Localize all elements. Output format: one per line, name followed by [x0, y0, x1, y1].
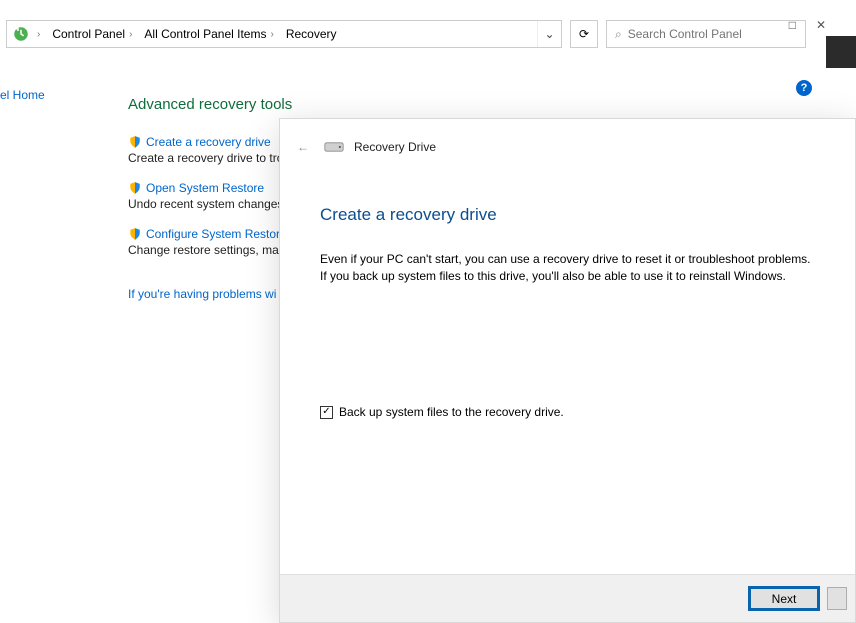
drive-icon — [324, 139, 344, 155]
cancel-button-partial[interactable] — [827, 587, 847, 610]
tool-link-label: Open System Restore — [146, 181, 264, 195]
wizard-title: Recovery Drive — [354, 140, 436, 154]
shield-icon — [128, 227, 142, 241]
recovery-icon — [11, 24, 31, 44]
recovery-drive-wizard: ← Recovery Drive Create a recovery drive… — [279, 118, 856, 623]
wizard-footer: Next — [280, 574, 855, 622]
maximize-icon[interactable]: □ — [789, 18, 796, 32]
wizard-header: ← Recovery Drive — [280, 119, 855, 175]
close-icon[interactable]: ✕ — [816, 18, 826, 32]
search-box[interactable]: ⌕ — [606, 20, 806, 48]
breadcrumb-sep: › — [31, 21, 46, 47]
address-bar[interactable]: › Control Panel › All Control Panel Items… — [6, 20, 562, 48]
breadcrumb-label: Control Panel — [52, 27, 125, 41]
control-panel-home-link[interactable]: el Home — [0, 88, 45, 102]
troubleshoot-link[interactable]: If you're having problems wi — [128, 287, 276, 301]
breadcrumb-label: All Control Panel Items — [144, 27, 266, 41]
tool-link-label: Create a recovery drive — [146, 135, 271, 149]
back-button[interactable]: ← — [292, 136, 314, 158]
sidebar: el Home — [0, 88, 50, 102]
wizard-text: Even if your PC can't start, you can use… — [320, 251, 815, 285]
wizard-body: Create a recovery drive Even if your PC … — [280, 175, 855, 574]
tool-link-label: Configure System Restore — [146, 227, 287, 241]
shield-icon — [128, 181, 142, 195]
search-icon: ⌕ — [615, 27, 622, 42]
backup-checkbox-row[interactable]: ✓ Back up system files to the recovery d… — [320, 405, 564, 419]
page-heading: Advanced recovery tools — [128, 96, 728, 113]
address-dropdown[interactable]: ⌄ — [537, 21, 561, 47]
shield-icon — [128, 135, 142, 149]
wizard-heading: Create a recovery drive — [320, 205, 815, 225]
address-bar-row: › Control Panel › All Control Panel Items… — [0, 18, 856, 50]
right-strip — [826, 36, 856, 68]
breadcrumb-control-panel[interactable]: Control Panel › — [46, 21, 138, 47]
chevron-right-icon: › — [129, 29, 132, 40]
breadcrumb-all-items[interactable]: All Control Panel Items › — [138, 21, 279, 47]
breadcrumb-label: Recovery — [286, 27, 337, 41]
backup-checkbox-label: Back up system files to the recovery dri… — [339, 405, 564, 419]
backup-checkbox[interactable]: ✓ — [320, 406, 333, 419]
refresh-button[interactable]: ⟳ — [570, 20, 598, 48]
search-input[interactable] — [628, 27, 797, 41]
chevron-right-icon: › — [270, 29, 273, 40]
chevron-right-icon: › — [37, 29, 40, 40]
next-button[interactable]: Next — [749, 587, 819, 610]
help-button[interactable]: ? — [796, 80, 812, 96]
breadcrumb-recovery[interactable]: Recovery — [280, 21, 343, 47]
